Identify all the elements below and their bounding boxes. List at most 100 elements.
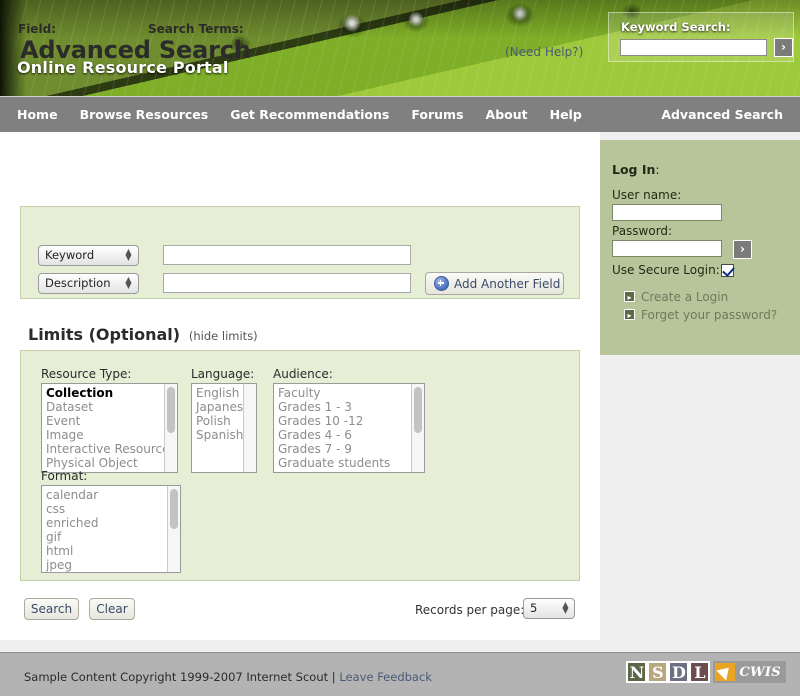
footer-copyright-text: Sample Content Copyright 1999-2007 Inter… — [24, 670, 336, 684]
nsdl-letter-n: N — [626, 661, 647, 683]
list-item[interactable]: Physical Object — [45, 456, 164, 470]
clear-button[interactable]: Clear — [89, 598, 135, 620]
keyword-search-label: Keyword Search: — [621, 20, 731, 34]
password-label: Password: — [612, 224, 672, 238]
audience-options: Faculty Grades 1 - 3 Grades 10 -12 Grade… — [274, 384, 411, 470]
forgot-password-link[interactable]: Forget your password? — [641, 308, 777, 322]
username-input[interactable] — [612, 204, 722, 221]
nsdl-logo[interactable]: N S D L — [626, 661, 710, 683]
limit-group-format: Format: calendar css enriched gif html j… — [41, 469, 181, 573]
limits-title: Limits (Optional) — [28, 325, 180, 344]
page-title: Advanced Search — [20, 36, 251, 64]
list-item[interactable]: css — [45, 502, 167, 516]
nsdl-letter-l: L — [689, 661, 710, 683]
list-item[interactable]: Image — [45, 428, 164, 442]
list-item[interactable]: html — [45, 544, 167, 558]
hide-limits-toggle[interactable]: (hide limits) — [189, 329, 258, 343]
resource-type-scrollbar[interactable] — [164, 384, 177, 472]
nav-item-get-recommendations[interactable]: Get Recommendations — [230, 107, 389, 122]
list-item[interactable]: Graduate students — [277, 456, 411, 470]
secure-login-checkbox[interactable] — [721, 264, 734, 277]
records-per-page-label: Records per page: — [415, 603, 524, 617]
login-panel-title: Log In: — [612, 162, 660, 177]
scrollbar-thumb[interactable] — [170, 489, 178, 529]
language-options: English Japanese Polish Spanish — [192, 384, 243, 442]
leave-feedback-link[interactable]: Leave Feedback — [339, 670, 432, 684]
resource-type-label: Resource Type: — [41, 367, 178, 381]
search-term-input-2[interactable] — [163, 273, 411, 293]
limits-header: Limits (Optional) (hide limits) — [28, 325, 258, 344]
nav-item-browse-resources[interactable]: Browse Resources — [80, 107, 209, 122]
audience-scrollbar[interactable] — [411, 384, 424, 472]
nsdl-letter-s: S — [647, 661, 668, 683]
format-scrollbar[interactable] — [167, 486, 180, 572]
keyword-search-submit-icon[interactable]: › — [774, 38, 793, 57]
nav-items: Home Browse Resources Get Recommendation… — [17, 107, 582, 122]
list-item[interactable]: gif — [45, 530, 167, 544]
nav-item-help[interactable]: Help — [550, 107, 582, 122]
nav-item-advanced-search[interactable]: Advanced Search — [661, 107, 783, 122]
username-label: User name: — [612, 188, 681, 202]
limit-group-language: Language: English Japanese Polish Spanis… — [191, 367, 257, 473]
login-title-strong: Log In — [612, 162, 655, 177]
search-term-input-1[interactable] — [163, 245, 411, 265]
list-item[interactable]: enriched — [45, 516, 167, 530]
scrollbar-thumb[interactable] — [414, 387, 422, 433]
secure-login-label: Use Secure Login: — [612, 263, 720, 277]
language-label: Language: — [191, 367, 257, 381]
login-submit-icon[interactable]: › — [733, 240, 752, 259]
create-a-login-link[interactable]: Create a Login — [641, 290, 728, 304]
list-item[interactable]: Polish — [195, 414, 243, 428]
resource-type-options: Collection Dataset Event Image Interacti… — [42, 384, 164, 470]
list-item[interactable]: Japanese — [195, 400, 243, 414]
list-item[interactable]: calendar — [45, 488, 167, 502]
search-terms-column-label: Search Terms: — [148, 22, 244, 36]
search-button[interactable]: Search — [24, 598, 79, 620]
add-another-field-label: Add Another Field — [454, 277, 560, 291]
cwis-logo-text: CWIS — [739, 665, 781, 680]
list-item[interactable]: Grades 10 -12 — [277, 414, 411, 428]
list-item[interactable]: Dataset — [45, 400, 164, 414]
add-another-field-button[interactable]: Add Another Field — [425, 272, 564, 295]
nav-item-home[interactable]: Home — [17, 107, 58, 122]
limits-panel: Resource Type: Collection Dataset Event … — [20, 350, 580, 581]
list-item[interactable]: Interactive Resource — [45, 442, 164, 456]
main-navigation: Home Browse Resources Get Recommendation… — [0, 96, 800, 132]
list-item[interactable]: Collection — [45, 386, 164, 400]
field-select-1[interactable]: Keyword — [38, 245, 139, 266]
field-select-2[interactable]: Description — [38, 273, 139, 294]
nav-item-forums[interactable]: Forums — [411, 107, 463, 122]
audience-listbox[interactable]: Faculty Grades 1 - 3 Grades 10 -12 Grade… — [273, 383, 425, 473]
cwis-arrow-icon — [715, 663, 735, 681]
language-scrollbar[interactable] — [243, 384, 256, 472]
list-item[interactable]: Grades 4 - 6 — [277, 428, 411, 442]
list-item[interactable]: jpeg — [45, 558, 167, 572]
scrollbar-thumb[interactable] — [167, 387, 175, 433]
list-item[interactable]: Event — [45, 414, 164, 428]
format-options: calendar css enriched gif html jpeg — [42, 486, 167, 572]
password-input[interactable] — [612, 240, 722, 257]
format-listbox[interactable]: calendar css enriched gif html jpeg — [41, 485, 181, 573]
nav-item-about[interactable]: About — [486, 107, 528, 122]
keyword-search-box: Keyword Search: › — [608, 12, 794, 62]
list-item[interactable]: Grades 7 - 9 — [277, 442, 411, 456]
cwis-logo[interactable]: CWIS — [713, 661, 786, 683]
list-item[interactable]: Grades 1 - 3 — [277, 400, 411, 414]
need-help-link[interactable]: (Need Help?) — [505, 45, 583, 59]
arrow-bullet-icon: ▸ — [624, 291, 635, 302]
nsdl-letter-d: D — [668, 661, 689, 683]
arrow-bullet-icon: ▸ — [624, 309, 635, 320]
records-per-page-select[interactable]: 5 — [523, 598, 575, 619]
language-listbox[interactable]: English Japanese Polish Spanish — [191, 383, 257, 473]
resource-type-listbox[interactable]: Collection Dataset Event Image Interacti… — [41, 383, 178, 473]
login-title-rest: : — [655, 162, 659, 177]
list-item[interactable]: English — [195, 386, 243, 400]
footer-logos: N S D L CWIS — [626, 661, 786, 683]
list-item[interactable]: Spanish — [195, 428, 243, 442]
keyword-search-input[interactable] — [620, 39, 767, 56]
audience-label: Audience: — [273, 367, 425, 381]
format-label: Format: — [41, 469, 181, 483]
footer-copyright-row: Sample Content Copyright 1999-2007 Inter… — [24, 670, 432, 684]
list-item[interactable]: Faculty — [277, 386, 411, 400]
limit-group-audience: Audience: Faculty Grades 1 - 3 Grades 10… — [273, 367, 425, 473]
